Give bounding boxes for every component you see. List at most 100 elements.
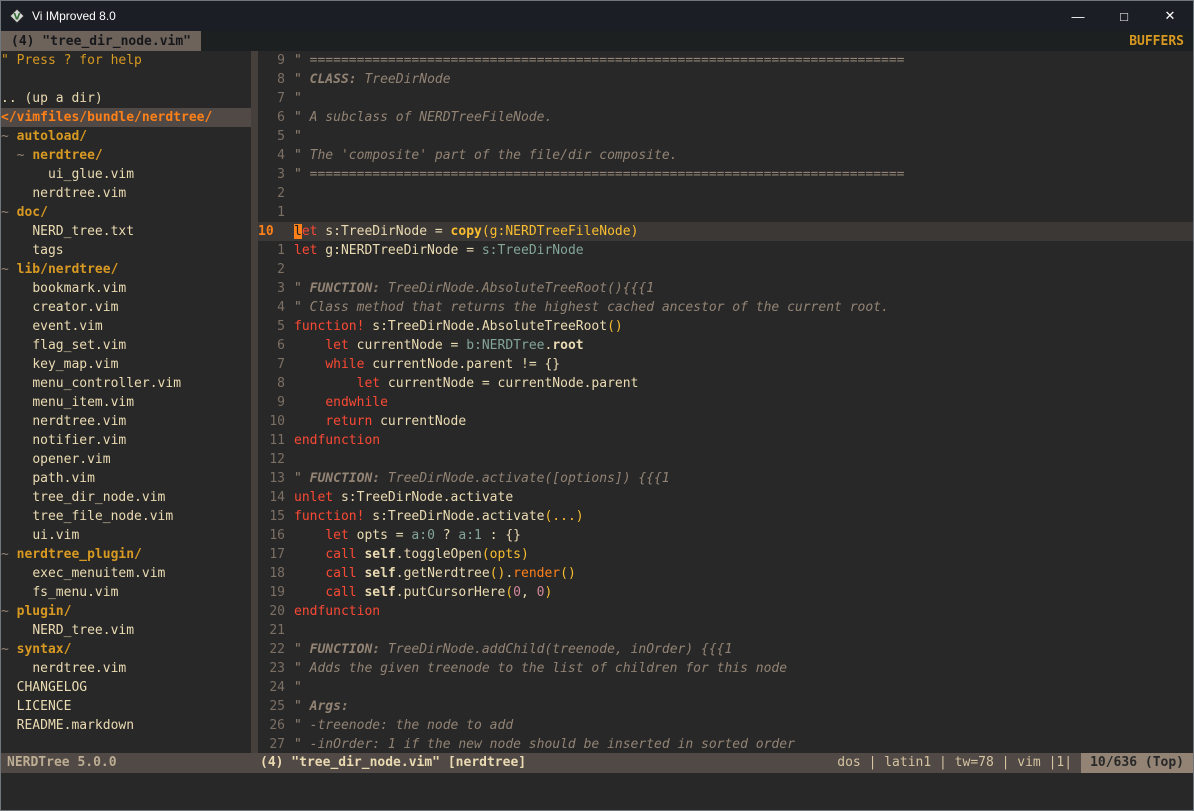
- nerdtree-item[interactable]: ~ plugin/: [1, 602, 251, 621]
- editor-line[interactable]: 14unlet s:TreeDirNode.activate: [258, 488, 1193, 507]
- code-token: unlet: [294, 490, 333, 505]
- editor-line[interactable]: 15function! s:TreeDirNode.activate(...): [258, 507, 1193, 526]
- close-button[interactable]: ✕: [1147, 1, 1193, 31]
- nerdtree-item[interactable]: ~ nerdtree_plugin/: [1, 545, 251, 564]
- editor-line[interactable]: 25" Args:: [258, 697, 1193, 716]
- nerdtree-item[interactable]: tags: [1, 241, 251, 260]
- line-number: 5: [258, 317, 285, 336]
- nerdtree-item[interactable]: menu_item.vim: [1, 393, 251, 412]
- nerdtree-item[interactable]: " Press ? for help: [1, 51, 251, 70]
- editor-line[interactable]: 2: [258, 184, 1193, 203]
- code-token: .. (up a dir): [1, 91, 103, 106]
- nerdtree-item[interactable]: LICENCE: [1, 697, 251, 716]
- nerdtree-item[interactable]: [1, 70, 251, 89]
- editor-line[interactable]: 9 endwhile: [258, 393, 1193, 412]
- window-separator[interactable]: [251, 51, 258, 753]
- nerdtree-item[interactable]: nerdtree.vim: [1, 412, 251, 431]
- nerdtree-statusline: NERDTree 5.0.0: [1, 753, 251, 773]
- nerdtree-item[interactable]: bookmark.vim: [1, 279, 251, 298]
- editor-line[interactable]: 19 call self.putCursorHere(0, 0): [258, 583, 1193, 602]
- code-token: " ======================================…: [294, 167, 904, 182]
- nerdtree-item[interactable]: menu_controller.vim: [1, 374, 251, 393]
- command-line[interactable]: [1, 773, 1193, 810]
- nerdtree-item[interactable]: CHANGELOG: [1, 678, 251, 697]
- nerdtree-item[interactable]: exec_menuitem.vim: [1, 564, 251, 583]
- titlebar[interactable]: V Vi IMproved 8.0 — □ ✕: [1, 1, 1193, 31]
- editor-line[interactable]: 22" FUNCTION: TreeDirNode.addChild(treen…: [258, 640, 1193, 659]
- code-token: " Press ? for help: [1, 53, 142, 68]
- code-token: endfunction: [294, 433, 380, 448]
- editor-line[interactable]: 3" =====================================…: [258, 165, 1193, 184]
- editor-line[interactable]: 24": [258, 678, 1193, 697]
- editor-line[interactable]: 3" FUNCTION: TreeDirNode.AbsoluteTreeRoo…: [258, 279, 1193, 298]
- nerdtree-item[interactable]: nerdtree.vim: [1, 184, 251, 203]
- editor-line[interactable]: 7": [258, 89, 1193, 108]
- nerdtree-item[interactable]: key_map.vim: [1, 355, 251, 374]
- editor-line[interactable]: 9" =====================================…: [258, 51, 1193, 70]
- nerdtree-item[interactable]: NERD_tree.txt: [1, 222, 251, 241]
- editor-line[interactable]: 21: [258, 621, 1193, 640]
- nerdtree-root-item[interactable]: </vimfiles/bundle/nerdtree/: [1, 108, 251, 127]
- line-number: 18: [258, 564, 285, 583]
- editor-line[interactable]: 26" -treenode: the node to add: [258, 716, 1193, 735]
- code-token: l: [294, 224, 302, 239]
- nerdtree-item[interactable]: flag_set.vim: [1, 336, 251, 355]
- editor-line[interactable]: 6 let currentNode = b:NERDTree.root: [258, 336, 1193, 355]
- nerdtree-item[interactable]: opener.vim: [1, 450, 251, 469]
- editor-cursor-line[interactable]: 10let s:TreeDirNode = copy(g:NERDTreeFil…: [258, 222, 1193, 241]
- nerdtree-item[interactable]: fs_menu.vim: [1, 583, 251, 602]
- code-token: LICENCE: [17, 699, 72, 714]
- nerdtree-item[interactable]: tree_dir_node.vim: [1, 488, 251, 507]
- gvim-window: V Vi IMproved 8.0 — □ ✕ (4) "tree_dir_no…: [0, 0, 1194, 811]
- code-token: .putCursorHere: [396, 585, 506, 600]
- nerdtree-item[interactable]: nerdtree.vim: [1, 659, 251, 678]
- editor-line[interactable]: 20endfunction: [258, 602, 1193, 621]
- nerdtree-item[interactable]: NERD_tree.vim: [1, 621, 251, 640]
- nerdtree-item[interactable]: ~ doc/: [1, 203, 251, 222]
- editor-line[interactable]: 11endfunction: [258, 431, 1193, 450]
- editor-line[interactable]: 7 while currentNode.parent != {}: [258, 355, 1193, 374]
- editor-line[interactable]: 8 let currentNode = currentNode.parent: [258, 374, 1193, 393]
- minimize-button[interactable]: —: [1055, 1, 1101, 31]
- editor-line[interactable]: 4" The 'composite' part of the file/dir …: [258, 146, 1193, 165]
- editor-line[interactable]: 2: [258, 260, 1193, 279]
- nerdtree-item[interactable]: event.vim: [1, 317, 251, 336]
- code-token: [1, 452, 32, 467]
- maximize-button[interactable]: □: [1101, 1, 1147, 31]
- editor-line[interactable]: 5": [258, 127, 1193, 146]
- nerdtree-item[interactable]: ui_glue.vim: [1, 165, 251, 184]
- editor-line[interactable]: 1: [258, 203, 1193, 222]
- nerdtree-item[interactable]: tree_file_node.vim: [1, 507, 251, 526]
- nerdtree-item[interactable]: ~ lib/nerdtree/: [1, 260, 251, 279]
- editor-statusline: (4) "tree_dir_node.vim" [nerdtree] dos |…: [251, 753, 1193, 773]
- nerdtree-item[interactable]: path.vim: [1, 469, 251, 488]
- editor-line[interactable]: 23" Adds the given treenode to the list …: [258, 659, 1193, 678]
- editor-line[interactable]: 16 let opts = a:0 ? a:1 : {}: [258, 526, 1193, 545]
- nerdtree-item[interactable]: ~ syntax/: [1, 640, 251, 659]
- code-token: b:NERDTree: [466, 338, 544, 353]
- editor-line[interactable]: 6" A subclass of NERDTreeFileNode.: [258, 108, 1193, 127]
- code-token: let: [294, 243, 317, 258]
- nerdtree-item[interactable]: README.markdown: [1, 716, 251, 735]
- editor-line[interactable]: 27" -inOrder: 1 if the new node should b…: [258, 735, 1193, 753]
- editor-line[interactable]: 1let g:NERDTreeDirNode = s:TreeDirNode: [258, 241, 1193, 260]
- editor-line[interactable]: 12: [258, 450, 1193, 469]
- tab-tree-dir-node[interactable]: (4) "tree_dir_node.vim": [1, 31, 201, 51]
- code-token: return: [325, 414, 372, 429]
- code-token: menu_controller.vim: [32, 376, 181, 391]
- nerdtree-item[interactable]: .. (up a dir): [1, 89, 251, 108]
- editor-line[interactable]: 13" FUNCTION: TreeDirNode.activate([opti…: [258, 469, 1193, 488]
- nerdtree-item[interactable]: ~ nerdtree/: [1, 146, 251, 165]
- nerdtree-item[interactable]: creator.vim: [1, 298, 251, 317]
- code-token: ": [294, 129, 302, 144]
- nerdtree-item[interactable]: notifier.vim: [1, 431, 251, 450]
- editor-line[interactable]: 17 call self.toggleOpen(opts): [258, 545, 1193, 564]
- nerdtree-item[interactable]: ui.vim: [1, 526, 251, 545]
- editor-line[interactable]: 5function! s:TreeDirNode.AbsoluteTreeRoo…: [258, 317, 1193, 336]
- editor-line[interactable]: 18 call self.getNerdtree().render(): [258, 564, 1193, 583]
- editor-line[interactable]: 10 return currentNode: [258, 412, 1193, 431]
- editor-line[interactable]: 8" CLASS: TreeDirNode: [258, 70, 1193, 89]
- tabline: (4) "tree_dir_node.vim" BUFFERS: [1, 31, 1193, 51]
- nerdtree-item[interactable]: ~ autoload/: [1, 127, 251, 146]
- editor-line[interactable]: 4" Class method that returns the highest…: [258, 298, 1193, 317]
